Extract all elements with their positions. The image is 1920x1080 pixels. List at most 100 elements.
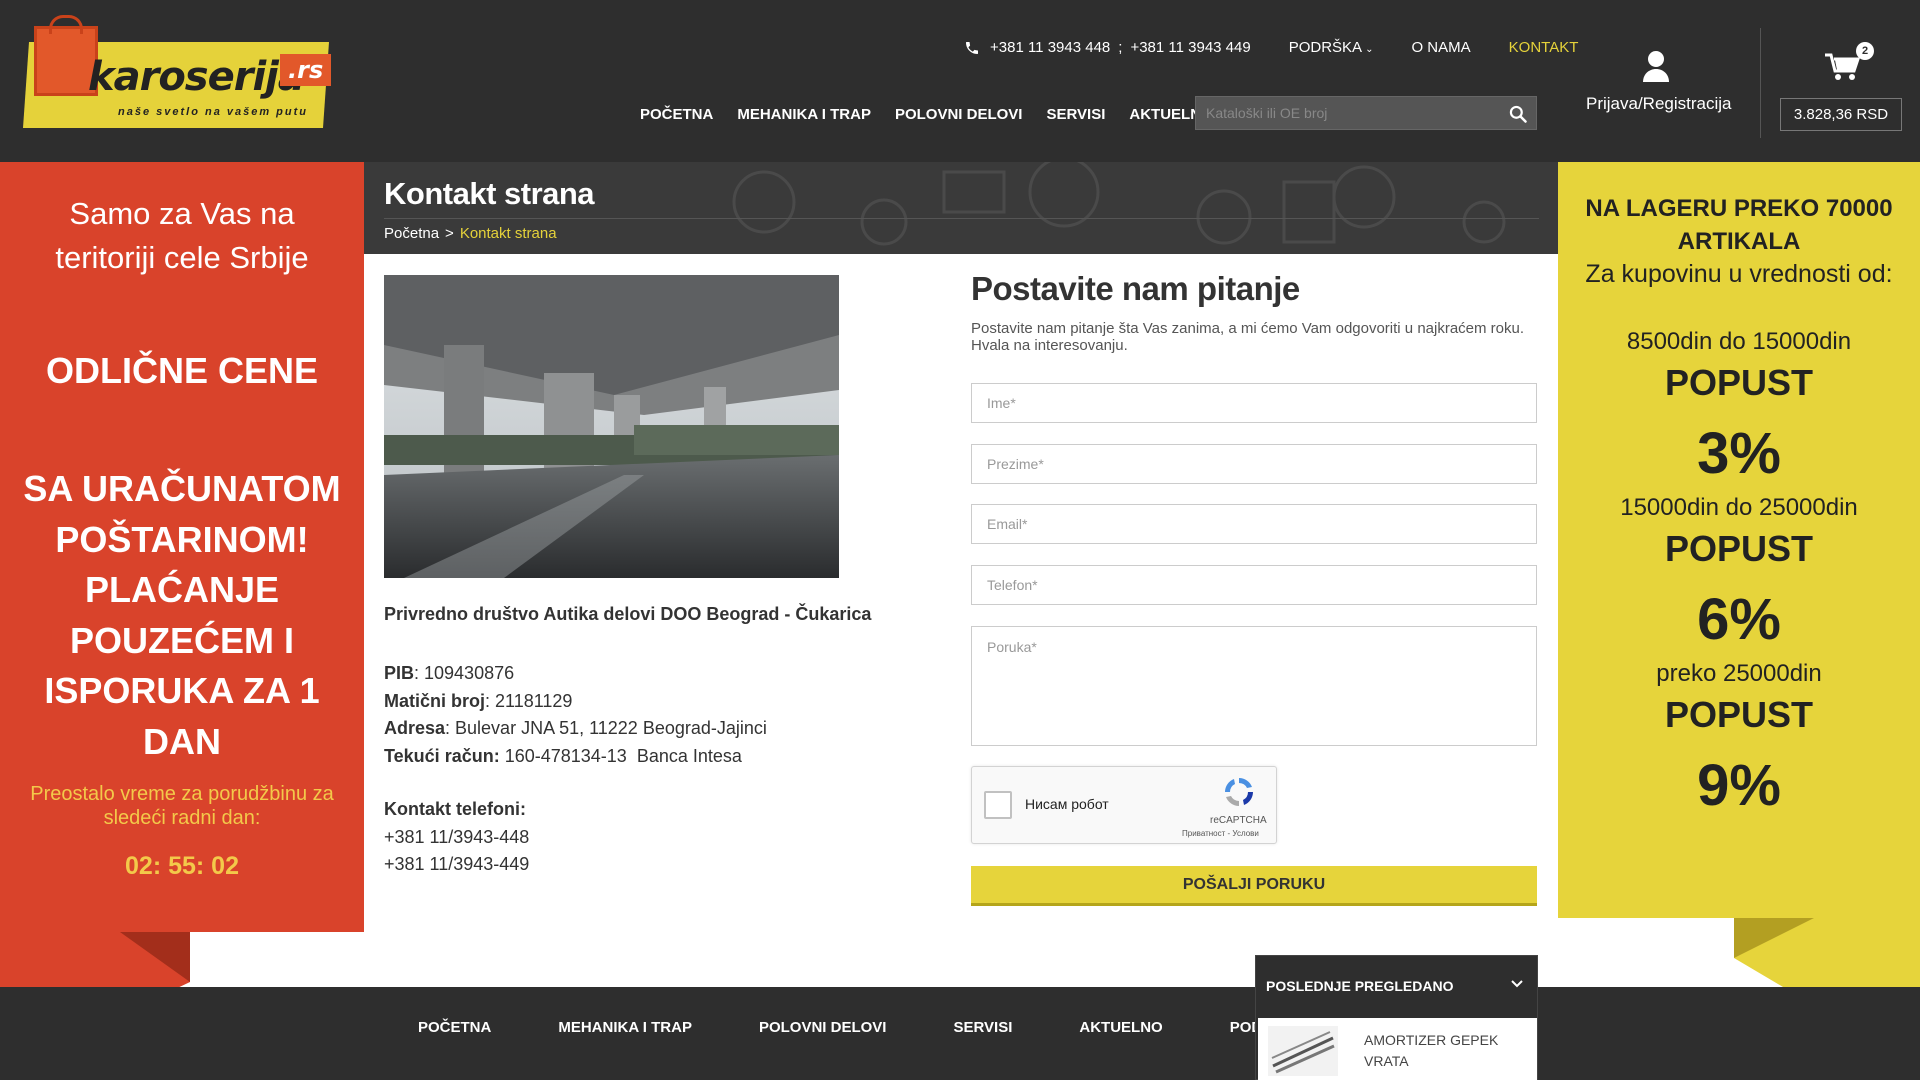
pib-value: : 109430876	[414, 663, 515, 683]
footer-nav-used-parts[interactable]: POLOVNI DELOVI	[759, 1019, 887, 1036]
banner-divider	[384, 218, 1539, 219]
breadcrumb-separator: >	[445, 225, 454, 242]
phone-field[interactable]	[971, 565, 1537, 605]
cart-count-badge: 2	[1856, 42, 1874, 60]
recently-viewed-title[interactable]: POSLEDNJE PREGLEDANO	[1266, 978, 1453, 994]
bank-account-row: Tekući račun: 160-478134-13 Banca Intesa	[384, 743, 767, 771]
logo-tld: .rs	[280, 54, 332, 86]
left-promo-remaining-text: Preostalo vreme za porudžbinu za sledeći…	[30, 783, 334, 829]
recaptcha-terms[interactable]: Приватност - Услови	[1182, 829, 1259, 838]
page-banner: Kontakt strana Početna > Kontakt strana	[364, 162, 1558, 254]
about-link[interactable]: O NAMA	[1411, 39, 1470, 56]
recaptcha-label: Нисам робот	[1025, 796, 1109, 812]
recaptcha-brand: reCAPTCHA	[1210, 815, 1267, 826]
cart-icon	[1825, 53, 1860, 80]
phone-icon	[966, 41, 978, 54]
send-message-button[interactable]: POŠALJI PORUKU	[971, 866, 1537, 906]
footer-nav: POČETNA MEHANIKA I TRAP POLOVNI DELOVI S…	[418, 1019, 1372, 1036]
logo-wordmark: karoserija	[88, 54, 305, 100]
company-details: PIB: 109430876 Matični broj: 21181129 Ad…	[384, 660, 767, 770]
form-subtitle: Postavite nam pitanje šta Vas zanima, a …	[971, 320, 1525, 354]
pib-row: PIB: 109430876	[384, 660, 767, 688]
phone-number-2[interactable]: +381 11 3943 449	[1130, 39, 1250, 56]
support-menu-label: PODRŠKA	[1288, 39, 1363, 56]
search-icon[interactable]	[1508, 104, 1528, 124]
footer-nav-news[interactable]: AKTUELNO	[1079, 1019, 1162, 1036]
phone-number-1[interactable]: +381 11 3943 448	[990, 39, 1110, 56]
company-name: Privredno društvo Autika delovi DOO Beog…	[384, 604, 872, 624]
discount-tier-range: preko 25000din	[1656, 660, 1822, 687]
account-label: Prijava/Registracija	[1586, 94, 1732, 113]
nav-item-mechanics[interactable]: MEHANIKA I TRAP	[737, 106, 871, 123]
right-promo-condition: Za kupovinu u vrednosti od:	[1585, 260, 1893, 288]
breadcrumb: Početna > Kontakt strana	[384, 225, 557, 242]
recaptcha-checkbox[interactable]	[984, 791, 1012, 819]
footer-nav-mechanics[interactable]: MEHANIKA I TRAP	[558, 1019, 692, 1036]
contact-photo	[384, 275, 839, 578]
right-promo-stock: NA LAGERU PREKO 70000 ARTIKALA	[1585, 195, 1893, 255]
cart-total[interactable]: 3.828,36 RSD	[1780, 98, 1902, 131]
product-thumbnail	[1268, 1026, 1338, 1076]
support-menu[interactable]: PODRŠKA ⌄	[1289, 39, 1374, 56]
email-field[interactable]	[971, 504, 1537, 544]
form-title: Postavite nam pitanje	[971, 270, 1300, 307]
discount-tier-percent: 9%	[1697, 753, 1781, 818]
discount-tier-percent: 3%	[1697, 421, 1781, 486]
recently-viewed-item[interactable]: AMORTIZER GEPEK VRATA	[1258, 1018, 1537, 1080]
countdown-timer: 02: 55: 02	[125, 852, 239, 880]
discount-tier-label: POPUST	[1664, 528, 1814, 569]
recaptcha-widget: Нисам робот reCAPTCHA Приватност - Услов…	[971, 766, 1277, 844]
breadcrumb-current: Kontakt strana	[459, 225, 557, 242]
discount-tier-label: POPUST	[1664, 362, 1814, 403]
pib-label: PIB	[384, 663, 415, 683]
discount-tier-range: 8500din do 15000din	[1626, 328, 1852, 355]
logo-tagline: naše svetlo na vašem putu	[118, 106, 308, 118]
registration-label: Matični broj	[384, 690, 486, 711]
site-header: karoserija .rs naše svetlo na vašem putu…	[0, 0, 1920, 162]
registration-row: Matični broj: 21181129	[384, 688, 767, 716]
chevron-down-icon: ⌄	[1365, 44, 1374, 55]
recaptcha-icon	[1225, 778, 1253, 806]
page-title: Kontakt strana	[384, 176, 595, 211]
address-row: Adresa: Bulevar JNA 51, 11222 Beograd-Ja…	[384, 715, 767, 743]
phone-separator: ;	[1118, 39, 1123, 56]
footer-nav-home[interactable]: POČETNA	[418, 1019, 491, 1036]
bank-account-label: Tekući račun:	[384, 745, 500, 766]
top-bar: +381 11 3943 448 ; +381 11 3943 449 PODR…	[964, 39, 1578, 56]
contact-phone-1[interactable]: +381 11/3943-448	[384, 824, 529, 852]
nav-item-services[interactable]: SERVISI	[1046, 106, 1105, 123]
left-promo-headline-prices: ODLIČNE CENE	[45, 350, 319, 391]
footer-nav-services[interactable]: SERVISI	[953, 1019, 1012, 1036]
account-link[interactable]: Prijava/Registracija	[1586, 50, 1732, 114]
breadcrumb-home[interactable]: Početna	[384, 225, 439, 242]
main-nav: POČETNA MEHANIKA I TRAP POLOVNI DELOVI S…	[640, 106, 1237, 123]
search-input[interactable]	[1196, 97, 1496, 129]
user-icon	[1643, 51, 1669, 82]
right-promo-panel: NA LAGERU PREKO 70000 ARTIKALA Za kupovi…	[1558, 162, 1920, 918]
left-promo-intro: Samo za Vas na teritoriji cele Srbije	[55, 196, 309, 275]
site-logo[interactable]: karoserija .rs naše svetlo na vašem putu	[18, 15, 348, 136]
discount-tier-label: POPUST	[1664, 694, 1814, 735]
bank-account-value: 160-478134-13 Banca Intesa	[499, 745, 742, 766]
address-label: Adresa	[384, 718, 446, 738]
contact-phone-2[interactable]: +381 11/3943-449	[384, 851, 529, 879]
discount-tier-percent: 6%	[1697, 587, 1781, 652]
left-promo-headline-delivery: SA URAČUNATOM POŠTARINOM! PLAĆANJE POUZE…	[23, 468, 341, 762]
recently-viewed-panel: POSLEDNJE PREGLEDANO AMORTIZER GEPEK VRA…	[1255, 955, 1538, 1080]
last-name-field[interactable]	[971, 444, 1537, 484]
registration-value: : 21181129	[485, 690, 573, 711]
header-divider	[1760, 28, 1761, 138]
address-value: : Bulevar JNA 51, 11222 Beograd-Jajinci	[445, 718, 767, 738]
first-name-field[interactable]	[971, 383, 1537, 423]
nav-item-used-parts[interactable]: POLOVNI DELOVI	[895, 106, 1023, 123]
contact-phones-label: Kontakt telefoni:	[384, 799, 526, 819]
recently-viewed-item-name: AMORTIZER GEPEK VRATA	[1364, 1032, 1499, 1069]
contact-link[interactable]: KONTAKT	[1509, 39, 1579, 56]
discount-tier-range: 15000din do 25000din	[1620, 494, 1858, 521]
search-box	[1195, 96, 1537, 130]
message-field[interactable]	[971, 626, 1537, 746]
contact-phones: Kontakt telefoni: +381 11/3943-448 +381 …	[384, 796, 529, 879]
chevron-down-icon[interactable]	[1509, 976, 1525, 992]
left-promo-panel: Samo za Vas na teritoriji cele Srbije OD…	[0, 162, 364, 932]
nav-item-home[interactable]: POČETNA	[640, 106, 713, 123]
